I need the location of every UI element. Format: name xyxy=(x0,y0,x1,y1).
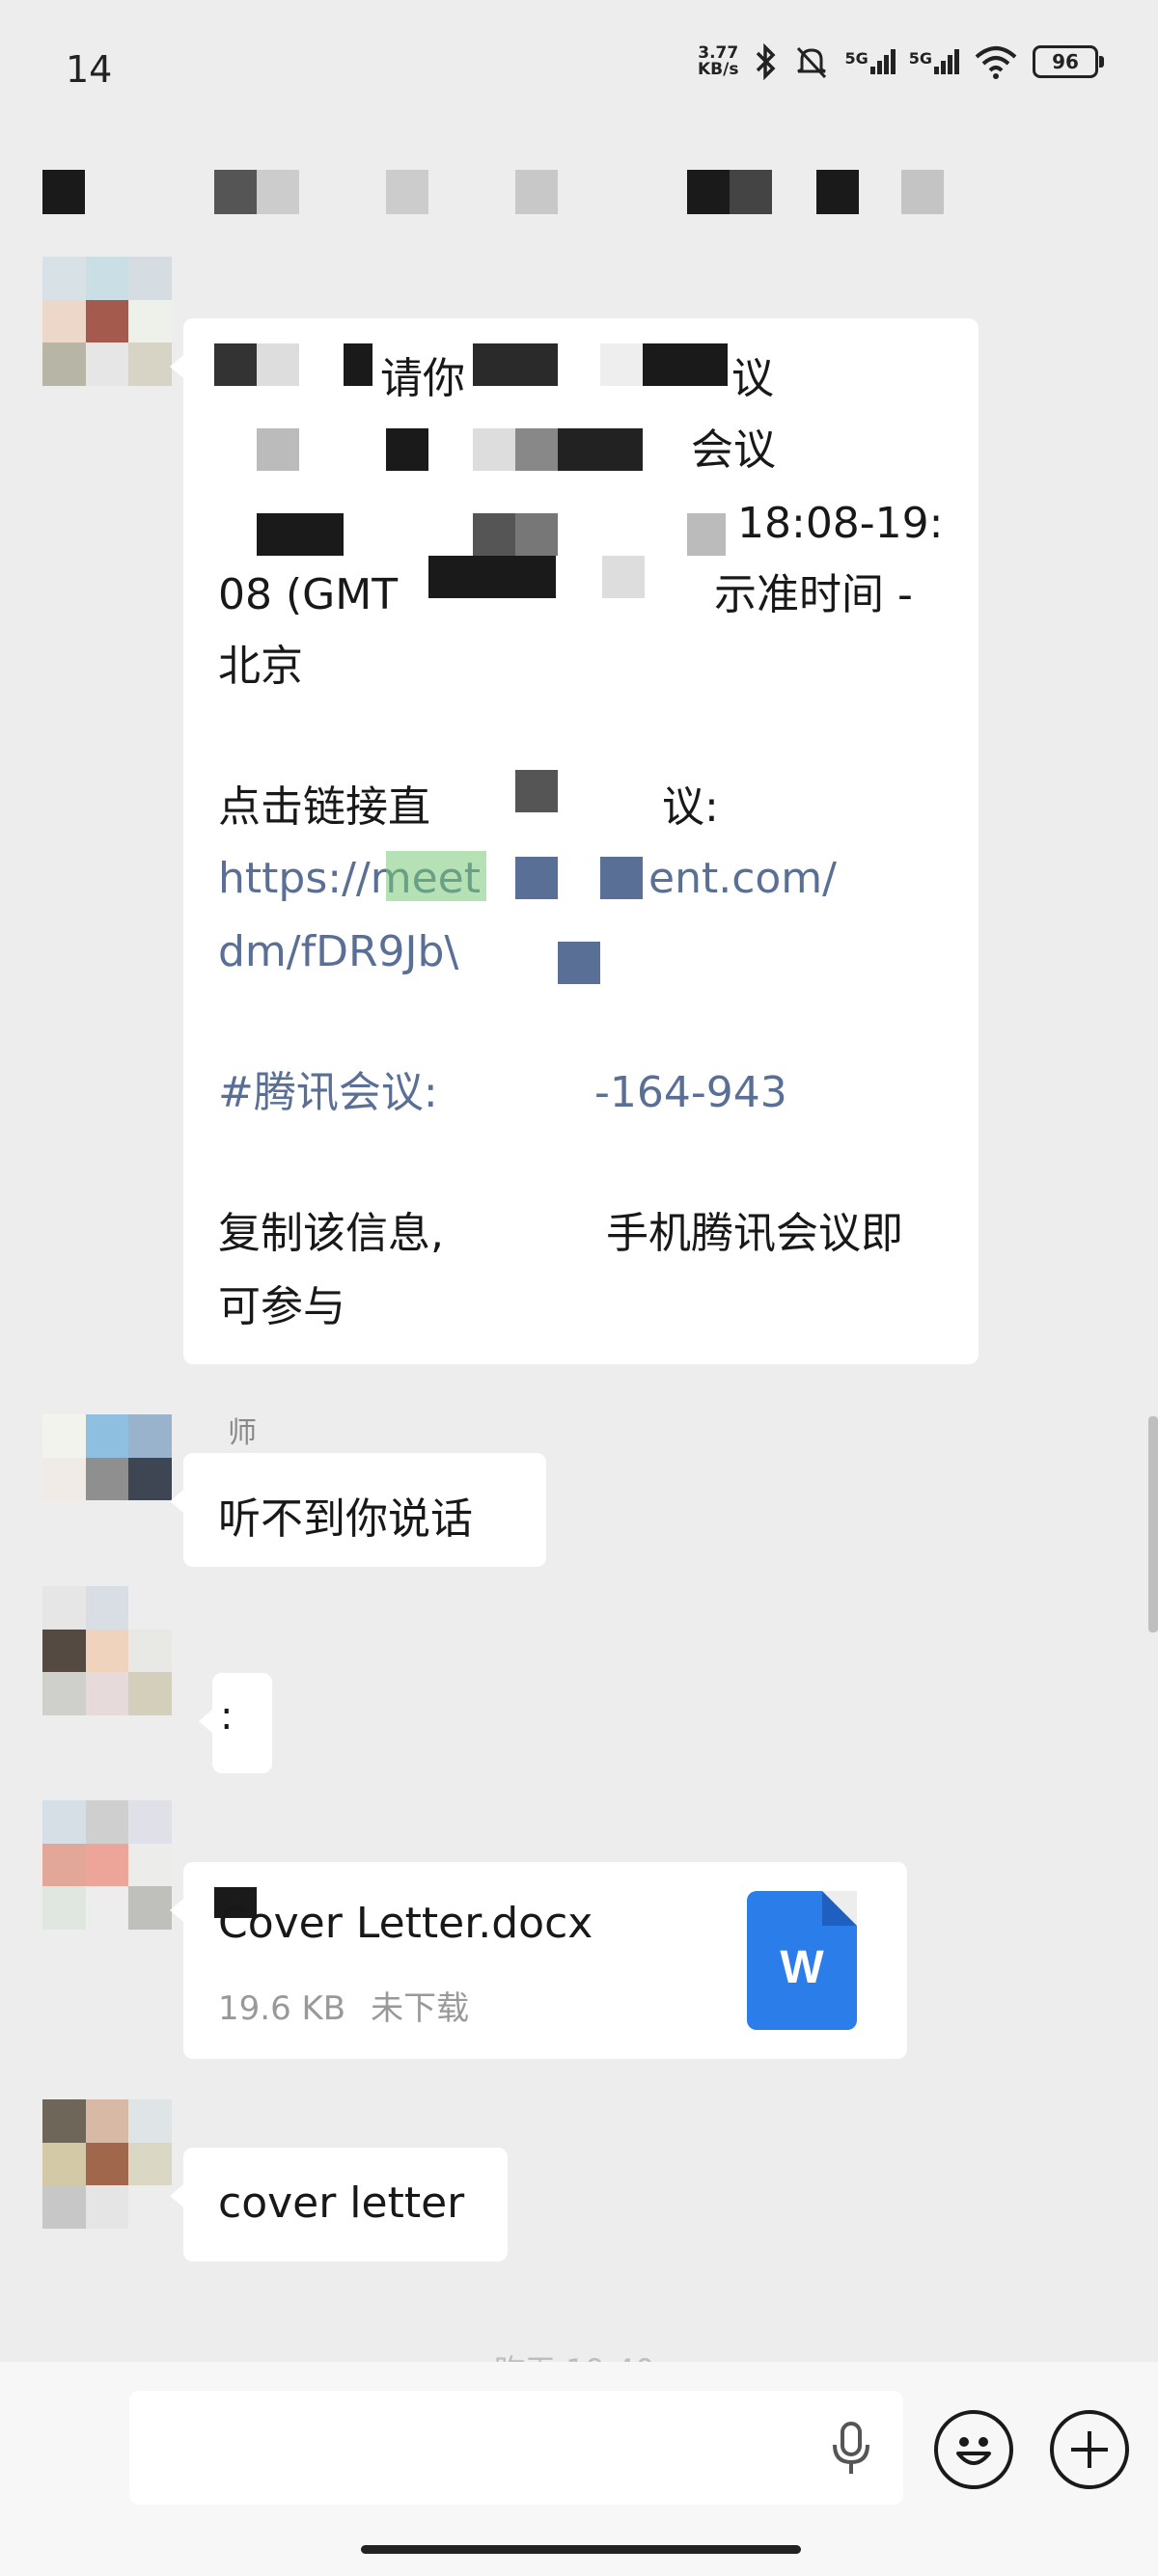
avatar[interactable] xyxy=(42,1414,172,1544)
file-name: Cover Letter.docx xyxy=(218,1899,593,1948)
signal-icon: 5G xyxy=(909,49,959,74)
emoji-icon xyxy=(956,2437,991,2465)
meeting-link[interactable]: ent.com/ xyxy=(648,843,837,915)
meeting-link[interactable]: dm/fDR9Jb\ xyxy=(218,917,458,988)
download-status: 未下载 xyxy=(371,1989,470,2028)
signal-icon: 5G xyxy=(844,49,896,74)
message-text: : xyxy=(220,1694,234,1739)
more-button[interactable] xyxy=(1050,2410,1129,2489)
home-indicator[interactable] xyxy=(361,2545,801,2554)
avatar[interactable] xyxy=(42,1586,172,1715)
sender-name: 师 xyxy=(228,1416,257,1450)
network-speed: 3.77 KB/s xyxy=(698,43,739,79)
avatar[interactable] xyxy=(42,1800,172,1930)
microphone-icon[interactable] xyxy=(828,2420,874,2480)
wifi-icon xyxy=(975,46,1017,79)
status-bar: 14 3.77 KB/s 5G 5G 96 xyxy=(0,0,1158,135)
status-icons: 3.77 KB/s 5G 5G 96 xyxy=(698,42,1104,81)
emoji-button[interactable] xyxy=(934,2410,1013,2489)
message-input[interactable] xyxy=(129,2391,903,2505)
file-size: 19.6 KB xyxy=(218,1989,346,2028)
file-meta: 19.6 KB 未下载 xyxy=(218,1982,494,2029)
word-document-icon: W xyxy=(747,1891,857,2030)
avatar[interactable] xyxy=(42,2099,172,2229)
bluetooth-icon xyxy=(757,43,776,80)
clock: 14 xyxy=(66,48,113,91)
meeting-id[interactable]: -164-943 xyxy=(594,1057,787,1129)
scrollbar[interactable] xyxy=(1148,1416,1158,1632)
message-text: 听不到你说话 xyxy=(218,1494,473,1544)
plus-icon xyxy=(1071,2431,1108,2468)
battery-icon: 96 xyxy=(1033,45,1104,78)
avatar[interactable] xyxy=(42,257,172,386)
mute-icon xyxy=(797,46,827,79)
message-text: cover letter xyxy=(218,2179,465,2228)
